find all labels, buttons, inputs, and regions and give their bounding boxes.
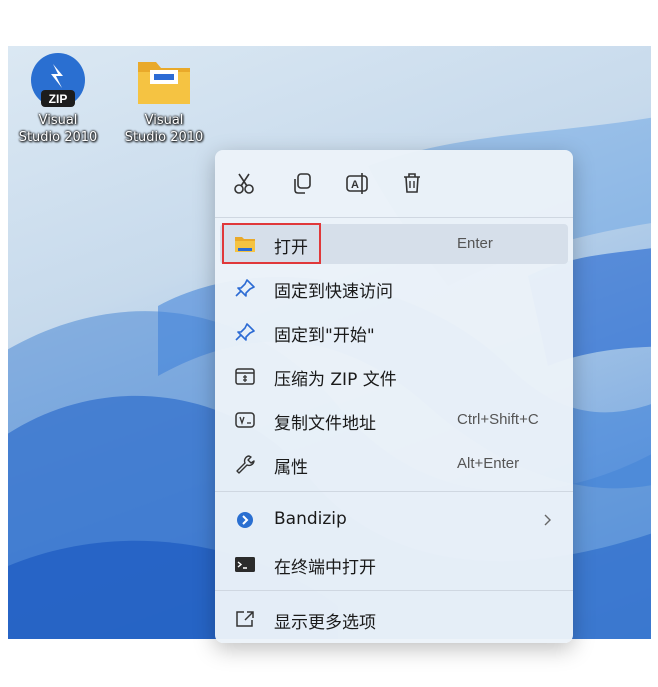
pin-icon: [234, 322, 256, 342]
separator: [215, 491, 573, 492]
bandizip-icon: [234, 510, 256, 530]
menu-item-label: 压缩为 ZIP 文件: [274, 370, 397, 390]
bandizip-zip-icon: ZIP: [31, 53, 85, 107]
menu-item-show-more[interactable]: 显示更多选项: [220, 599, 568, 639]
menu-item-properties[interactable]: 属性 Alt+Enter: [220, 444, 568, 484]
scissors-icon: [234, 173, 254, 194]
desktop-icon-folder[interactable]: Visual Studio 2010: [114, 52, 214, 146]
desktop-icon-zip[interactable]: ZIP Visual Studio 2010: [8, 52, 108, 146]
menu-item-shortcut: Ctrl+Shift+C: [457, 411, 539, 428]
menu-item-open[interactable]: 打开 Enter: [220, 224, 568, 264]
zip-file-icon: [234, 366, 256, 386]
pin-icon: [234, 278, 256, 298]
menu-item-label: 固定到"开始": [274, 326, 375, 346]
trash-icon: [404, 173, 420, 193]
menu-item-bandizip[interactable]: Bandizip: [220, 500, 568, 540]
desktop-icon-label: Visual Studio 2010: [18, 113, 98, 145]
separator: [215, 590, 573, 591]
menu-item-copy-path[interactable]: 复制文件地址 Ctrl+Shift+C: [220, 400, 568, 440]
menu-item-label: 打开: [274, 238, 308, 258]
menu-item-shortcut: Alt+Enter: [457, 455, 520, 472]
rename-icon: A: [346, 173, 368, 194]
menu-item-label: Bandizip: [274, 509, 347, 529]
wrench-icon: [234, 454, 256, 474]
terminal-icon: [234, 554, 256, 574]
menu-item-pin-quick-access[interactable]: 固定到快速访问: [220, 268, 568, 308]
desktop-icon-label: Visual Studio 2010: [124, 113, 204, 145]
menu-item-label: 在终端中打开: [274, 558, 376, 578]
copy-button[interactable]: [287, 168, 317, 198]
menu-item-compress-zip[interactable]: 压缩为 ZIP 文件: [220, 356, 568, 396]
delete-button[interactable]: [397, 168, 427, 198]
chevron-right-icon: [544, 514, 551, 526]
copy-path-icon: [234, 410, 256, 430]
svg-text:A: A: [351, 179, 359, 191]
context-menu: A 打开 Enter 固定到快速访问 固定到"开始" 压缩为 ZIP 文件 复制…: [215, 150, 573, 643]
menu-item-open-terminal[interactable]: 在终端中打开: [220, 544, 568, 584]
cut-button[interactable]: [229, 168, 259, 198]
context-menu-toolbar: A: [215, 150, 573, 220]
menu-item-label: 属性: [274, 458, 308, 478]
zip-badge: ZIP: [49, 92, 68, 106]
folder-icon: [234, 234, 256, 254]
separator: [215, 217, 573, 218]
show-more-icon: [234, 609, 256, 629]
folder-icon: [138, 62, 190, 104]
menu-item-label: 固定到快速访问: [274, 282, 393, 302]
rename-button[interactable]: A: [342, 168, 372, 198]
menu-item-pin-start[interactable]: 固定到"开始": [220, 312, 568, 352]
menu-item-label: 复制文件地址: [274, 414, 376, 434]
menu-item-shortcut: Enter: [457, 235, 493, 252]
menu-item-label: 显示更多选项: [274, 613, 376, 633]
copy-icon: [294, 173, 311, 194]
